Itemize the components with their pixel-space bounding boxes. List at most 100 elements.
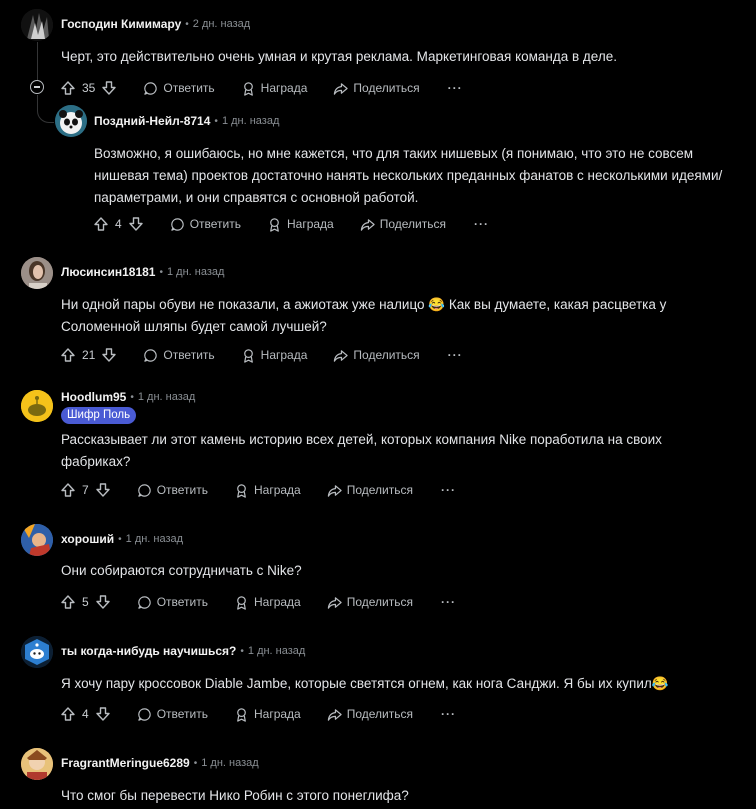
share-arrow-icon [327,484,342,497]
upvote-icon[interactable] [60,594,76,610]
downvote-icon[interactable] [128,216,144,232]
author-name[interactable]: FragrantMeringue6289 [61,756,190,770]
colorful-avatar-icon [21,524,53,556]
more-options-button[interactable]: ··· [441,707,456,721]
timestamp[interactable]: 1 дн. назад [167,266,224,278]
avatar[interactable] [21,748,53,780]
comment-text: Черт, это действительно очень умная и кр… [61,49,618,64]
award-button[interactable]: Награда [234,483,301,498]
timestamp[interactable]: 2 дн. назад [193,18,250,30]
downvote-icon[interactable] [95,706,111,722]
reply-button[interactable]: Ответить [137,595,208,610]
share-button[interactable]: Поделиться [360,217,446,232]
more-options-button[interactable]: ··· [441,483,456,497]
avatar[interactable] [21,524,53,556]
award-button[interactable]: Награда [234,707,301,722]
share-button[interactable]: Поделиться [327,595,413,610]
award-button[interactable]: Награда [234,595,301,610]
timestamp[interactable]: 1 дн. назад [248,645,305,657]
downvote-icon[interactable] [101,347,117,363]
avatar[interactable] [21,9,53,41]
reply-button[interactable]: Ответить [143,348,215,363]
timestamp[interactable]: 1 дн. назад [126,533,183,545]
share-button[interactable]: Поделиться [333,348,420,363]
comment-actions: 35 Ответить Награда Поделиться ··· [60,76,463,100]
more-options-button[interactable]: ··· [448,348,463,362]
downvote-icon[interactable] [101,80,117,96]
award-ribbon-icon [237,483,246,498]
speech-bubble-icon [137,707,151,721]
upvote-icon[interactable] [60,347,76,363]
comment-text: Я хочу пару кроссовок Diable Jambe, кото… [61,676,669,691]
reply-button[interactable]: Ответить [143,81,215,96]
blue-snoo-avatar-icon [21,636,53,668]
award-button[interactable]: Награда [241,348,307,363]
vote-group: 21 [60,347,117,363]
award-ribbon-icon [237,595,246,610]
comment-text: Возможно, я ошибаюсь, но мне кажется, чт… [94,146,723,205]
author-name[interactable]: Поздний-Нейл-8714 [94,114,210,128]
comment-actions: 4 Ответить Награда Поделиться ··· [60,702,456,726]
timestamp[interactable]: 1 дн. назад [138,391,195,403]
dark-character-avatar-icon [21,9,53,41]
share-button[interactable]: Поделиться [333,81,420,96]
author-name[interactable]: Люсинсин18181 [61,265,155,279]
avatar[interactable] [55,105,87,137]
user-flair-badge: Шифр Поль [61,407,137,424]
vote-count: 4 [82,707,89,721]
downvote-icon[interactable] [95,594,111,610]
reply-button[interactable]: Ответить [170,217,241,232]
award-button[interactable]: Награда [267,217,334,232]
downvote-icon[interactable] [95,482,111,498]
upvote-icon[interactable] [60,80,76,96]
speech-bubble-icon [144,81,158,95]
comment-actions: 7 Ответить Награда Поделиться ··· [60,478,456,502]
comment-text: Что смог бы перевести Нико Робин с этого… [61,788,409,803]
upvote-icon[interactable] [60,482,76,498]
vote-count: 7 [82,483,89,497]
award-button[interactable]: Награда [241,81,307,96]
speech-bubble-icon [137,595,151,609]
minus-icon [34,86,40,88]
author-name[interactable]: ты когда-нибудь научишься? [61,644,236,658]
comment-meta: Люсинсин18181 • 1 дн. назад [61,265,225,279]
vote-count: 4 [115,217,122,231]
author-name[interactable]: хороший [61,532,114,546]
collapse-thread-button[interactable] [30,80,44,94]
more-options-button[interactable]: ··· [448,81,463,95]
more-options-button[interactable]: ··· [441,595,456,609]
comment-meta: хороший • 1 дн. назад [61,532,184,546]
thread-line [37,42,38,80]
more-options-button[interactable]: ··· [474,217,489,231]
timestamp[interactable]: 1 дн. назад [201,757,258,769]
share-arrow-icon [334,82,349,95]
share-arrow-icon [334,349,349,362]
reply-branch-line [37,95,54,123]
vote-count: 35 [82,81,96,95]
avatar[interactable] [21,390,53,422]
avatar[interactable] [21,257,53,289]
comment-actions: 4 Ответить Награда Поделиться ··· [93,212,489,236]
share-button[interactable]: Поделиться [327,707,413,722]
author-name[interactable]: Господин Кимимару [61,17,181,31]
upvote-icon[interactable] [60,706,76,722]
timestamp[interactable]: 1 дн. назад [222,115,279,127]
avatar[interactable] [21,636,53,668]
reply-button[interactable]: Ответить [137,707,208,722]
share-button[interactable]: Поделиться [327,483,413,498]
comment-meta: Поздний-Нейл-8714 • 1 дн. назад [94,114,280,128]
award-ribbon-icon [243,348,253,363]
comment-meta: FragrantMeringue6289 • 1 дн. назад [61,756,259,770]
comment-meta: ты когда-нибудь научишься? • 1 дн. назад [61,644,306,658]
reply-button[interactable]: Ответить [137,483,208,498]
vote-group: 4 [93,216,144,232]
comment-meta: Hoodlum95 • 1 дн. назад [61,390,196,404]
share-arrow-icon [327,596,342,609]
vote-group: 7 [60,482,111,498]
vote-count: 21 [82,348,96,362]
comment-text: Ни одной пары обуви не показали, а ажиот… [61,297,667,334]
author-name[interactable]: Hoodlum95 [61,390,126,404]
share-arrow-icon [360,218,375,231]
upvote-icon[interactable] [93,216,109,232]
yellow-snoo-avatar-icon [21,390,53,422]
